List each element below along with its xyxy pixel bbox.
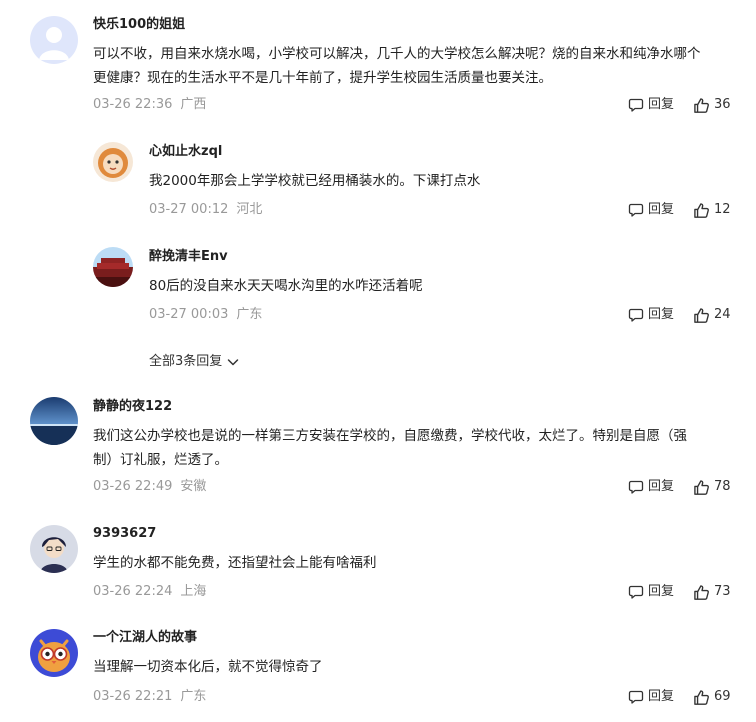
username[interactable]: 醉挽清丰Env bbox=[149, 248, 228, 266]
like-count: 12 bbox=[714, 202, 731, 217]
thumbs-up-icon bbox=[694, 97, 709, 113]
comment-text-line: 我们这公办学校也是说的一样第三方安装在学校的，自愿缴费，学校代收，太烂了。特别是… bbox=[93, 428, 687, 444]
like-button[interactable]: 36 bbox=[693, 96, 731, 114]
like-count: 36 bbox=[714, 97, 731, 112]
comment-text-line: 学生的水都不能免费，还指望社会上能有啥福利 bbox=[93, 555, 377, 571]
comment-meta: 03-26 22:36 广西 bbox=[93, 96, 206, 114]
comment-meta: 03-26 22:49 安徽 bbox=[93, 478, 206, 496]
like-count: 73 bbox=[714, 584, 731, 599]
reply-label: 回复 bbox=[648, 97, 675, 112]
location: 广西 bbox=[180, 97, 207, 112]
timestamp: 03-26 22:21 bbox=[93, 689, 173, 704]
location: 广东 bbox=[180, 689, 207, 704]
like-button[interactable]: 73 bbox=[693, 583, 731, 601]
like-button[interactable]: 78 bbox=[693, 478, 731, 496]
comment-text: 学生的水都不能免费，还指望社会上能有啥福利 bbox=[93, 551, 743, 575]
reply-button[interactable]: 回复 bbox=[628, 478, 674, 496]
timestamp: 03-27 00:12 bbox=[149, 202, 229, 217]
comment-text: 当理解一切资本化后，就不觉得惊奇了 bbox=[93, 655, 743, 679]
avatar[interactable] bbox=[30, 525, 78, 573]
comment-text-line: 更健康？现在的生活水平不是几十年前了，提升学生校园生活质量也要关注。 bbox=[93, 70, 552, 86]
timestamp: 03-26 22:24 bbox=[93, 584, 173, 599]
location: 上海 bbox=[180, 584, 207, 599]
thumbs-up-icon bbox=[694, 307, 709, 323]
comment-text-line: 当理解一切资本化后，就不觉得惊奇了 bbox=[93, 659, 323, 675]
timestamp: 03-26 22:49 bbox=[93, 479, 173, 494]
comment-text: 我2000年那会上学学校就已经用桶装水的。下课打点水 bbox=[149, 173, 481, 189]
reply-label: 回复 bbox=[648, 307, 675, 322]
username[interactable]: 心如止水zql bbox=[149, 143, 222, 161]
comment-text: 我们这公办学校也是说的一样第三方安装在学校的，自愿缴费，学校代收，太烂了。特别是… bbox=[93, 424, 743, 472]
comment-bubble-icon bbox=[628, 690, 644, 704]
timestamp: 03-27 00:03 bbox=[149, 307, 229, 322]
reply-button[interactable]: 回复 bbox=[628, 201, 674, 219]
timestamp: 03-26 22:36 bbox=[93, 97, 173, 112]
comment-bubble-icon bbox=[628, 585, 644, 599]
comment-text-line: 制）订礼服，烂透了。 bbox=[93, 452, 228, 468]
location: 安徽 bbox=[180, 479, 207, 494]
like-button[interactable]: 12 bbox=[693, 201, 731, 219]
like-count: 78 bbox=[714, 479, 731, 494]
comment-bubble-icon bbox=[628, 98, 644, 112]
location: 河北 bbox=[236, 202, 263, 217]
reply-button[interactable]: 回复 bbox=[628, 583, 674, 601]
reply-label: 回复 bbox=[648, 689, 675, 704]
like-button[interactable]: 24 bbox=[693, 306, 731, 324]
like-button[interactable]: 69 bbox=[693, 688, 731, 706]
comment-meta: 03-26 22:21 广东 bbox=[93, 688, 206, 706]
like-count: 24 bbox=[714, 307, 731, 322]
reply-button[interactable]: 回复 bbox=[628, 96, 674, 114]
comment-meta: 03-27 00:12 河北 bbox=[149, 201, 262, 219]
comment-bubble-icon bbox=[628, 308, 644, 322]
comment-item: 快乐100的姐姐 可以不收，用自来水烧水喝，小学校可以解决，几千人的大学校怎么解… bbox=[0, 0, 756, 369]
username[interactable]: 9393627 bbox=[93, 525, 156, 543]
like-count: 69 bbox=[714, 689, 731, 704]
reply-button[interactable]: 回复 bbox=[628, 688, 674, 706]
avatar[interactable] bbox=[30, 16, 78, 64]
location: 广东 bbox=[236, 307, 263, 322]
expand-replies-button[interactable]: 全部3条回复 bbox=[149, 353, 240, 371]
username[interactable]: 快乐100的姐姐 bbox=[93, 16, 185, 34]
avatar[interactable] bbox=[93, 142, 133, 182]
avatar[interactable] bbox=[30, 629, 78, 677]
avatar[interactable] bbox=[93, 247, 133, 287]
thumbs-up-icon bbox=[694, 689, 709, 705]
thumbs-up-icon bbox=[694, 479, 709, 495]
thumbs-up-icon bbox=[694, 202, 709, 218]
reply-label: 回复 bbox=[648, 479, 675, 494]
comment-bubble-icon bbox=[628, 480, 644, 494]
comment-bubble-icon bbox=[628, 203, 644, 217]
chevron-down-icon bbox=[228, 359, 239, 366]
comment-meta: 03-27 00:03 广东 bbox=[149, 306, 262, 324]
reply-label: 回复 bbox=[648, 202, 675, 217]
thumbs-up-icon bbox=[694, 584, 709, 600]
comment-meta: 03-26 22:24 上海 bbox=[93, 583, 206, 601]
reply-button[interactable]: 回复 bbox=[628, 306, 674, 324]
comment-text: 可以不收，用自来水烧水喝，小学校可以解决，几千人的大学校怎么解决呢？烧的自来水和… bbox=[93, 42, 743, 90]
avatar[interactable] bbox=[30, 397, 78, 445]
reply-label: 回复 bbox=[648, 584, 675, 599]
username[interactable]: 静静的夜122 bbox=[93, 398, 172, 416]
comment-text-line: 可以不收，用自来水烧水喝，小学校可以解决，几千人的大学校怎么解决呢？烧的自来水和… bbox=[93, 46, 701, 62]
username[interactable]: 一个江湖人的故事 bbox=[93, 629, 197, 647]
expand-replies-label: 全部3条回复 bbox=[149, 354, 223, 369]
comment-text: 80后的没自来水天天喝水沟里的水咋还活着呢 bbox=[149, 278, 423, 294]
